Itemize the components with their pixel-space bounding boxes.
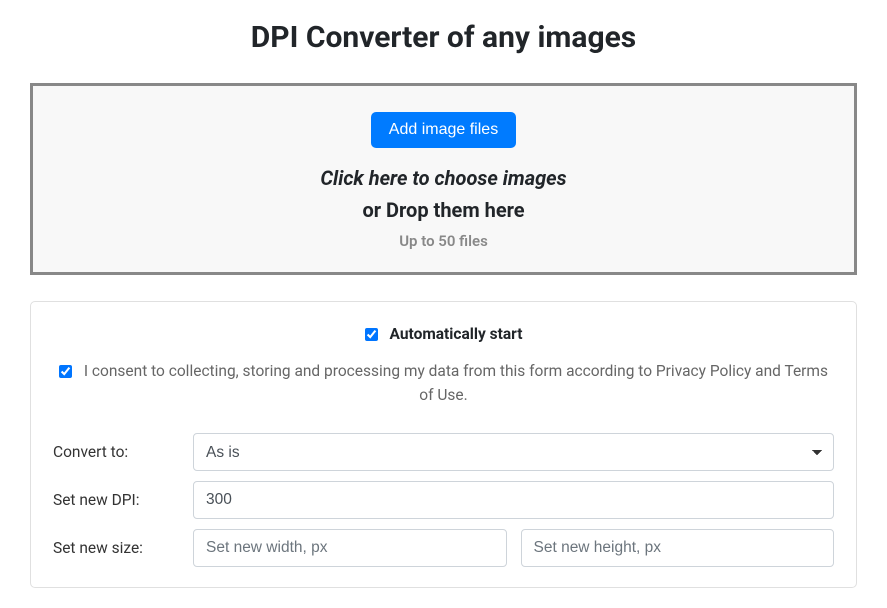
dropzone-file-limit: Up to 50 files: [53, 232, 834, 250]
auto-start-label-wrap[interactable]: Automatically start: [365, 324, 523, 343]
dropzone-instruction-2: or Drop them here: [53, 198, 834, 222]
consent-checkbox[interactable]: [59, 365, 72, 378]
dpi-input[interactable]: [193, 481, 834, 519]
upload-dropzone[interactable]: Add image files Click here to choose ima…: [30, 83, 857, 275]
consent-label-wrap[interactable]: I consent to collecting, storing and pro…: [59, 362, 828, 404]
consent-label: I consent to collecting, storing and pro…: [84, 362, 828, 404]
auto-start-checkbox[interactable]: [365, 328, 378, 341]
options-panel: Automatically start I consent to collect…: [30, 301, 857, 588]
add-files-button[interactable]: Add image files: [371, 112, 516, 148]
dpi-label: Set new DPI:: [53, 491, 193, 509]
page-title: DPI Converter of any images: [30, 20, 857, 55]
convert-to-select[interactable]: As is: [193, 433, 834, 471]
width-input[interactable]: [193, 529, 507, 567]
auto-start-label: Automatically start: [390, 325, 523, 343]
size-label: Set new size:: [53, 539, 193, 557]
height-input[interactable]: [521, 529, 835, 567]
dropzone-instruction-1: Click here to choose images: [53, 166, 834, 190]
convert-to-label: Convert to:: [53, 443, 193, 461]
